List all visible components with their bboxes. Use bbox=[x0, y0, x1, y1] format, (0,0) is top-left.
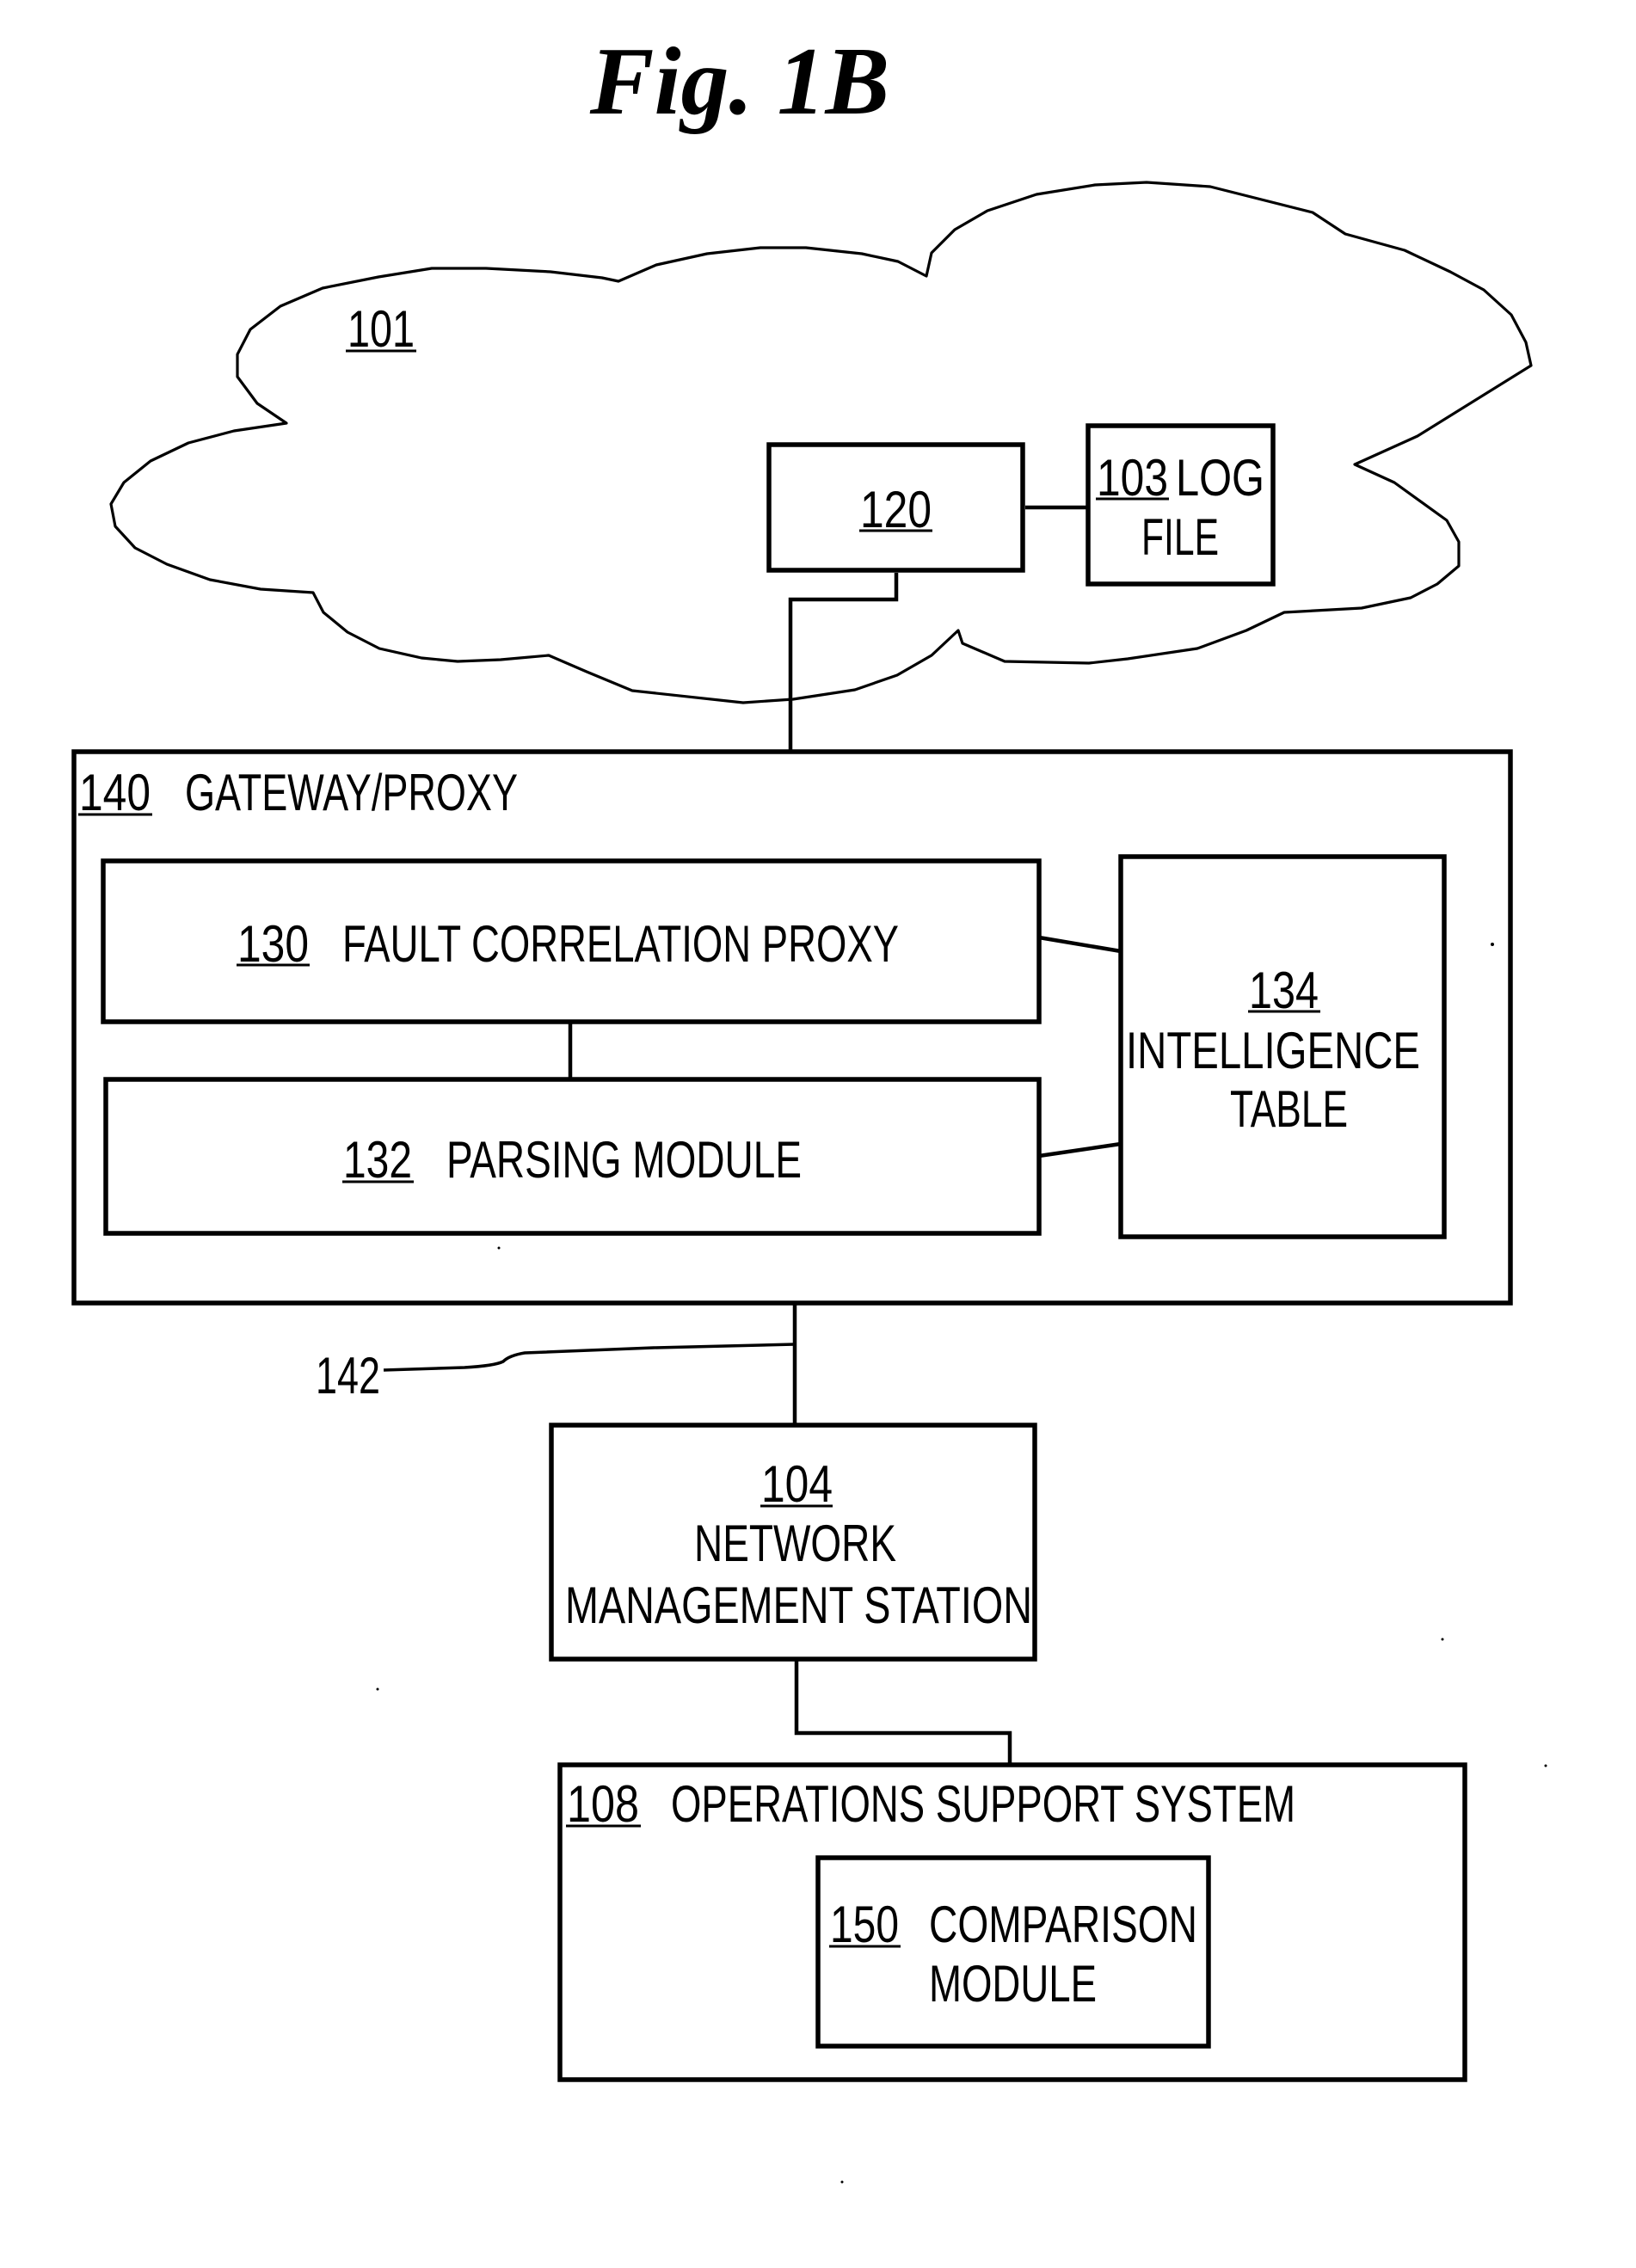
operations-support-system-box: 108 OPERATIONS SUPPORT SYSTEM 150 COMPAR… bbox=[557, 1762, 1467, 2082]
speck bbox=[376, 1687, 379, 1691]
cloud-ref: 101 bbox=[347, 300, 415, 358]
log-file-box: 103 LOG FILE bbox=[1086, 423, 1276, 587]
gateway-ref: 140 bbox=[79, 764, 151, 821]
speck bbox=[497, 1246, 501, 1250]
network-management-station-box: 104 NETWORK MANAGEMENT STATION bbox=[549, 1423, 1037, 1662]
link-ref: 142 bbox=[316, 1347, 380, 1404]
comparison-module-label-line1: COMPARISON bbox=[929, 1896, 1197, 1953]
device-box: 120 bbox=[766, 442, 1025, 573]
parsing-module-box: 132 PARSING MODULE bbox=[103, 1077, 1042, 1236]
log-file-label-line1: LOG bbox=[1176, 449, 1264, 507]
speck bbox=[1544, 1764, 1547, 1767]
speck bbox=[840, 2180, 844, 2184]
connector-device-gateway bbox=[788, 573, 899, 752]
network-management-station-ref: 104 bbox=[761, 1455, 833, 1513]
connector-fcp-intelligence bbox=[1038, 935, 1122, 954]
comparison-module-ref: 150 bbox=[830, 1896, 899, 1953]
network-management-station-label-line1: NETWORK bbox=[694, 1515, 896, 1572]
gateway-label: GATEWAY/PROXY bbox=[185, 764, 518, 821]
network-management-station-label-line2: MANAGEMENT STATION bbox=[565, 1577, 1032, 1634]
operations-support-system-label: OPERATIONS SUPPORT SYSTEM bbox=[671, 1775, 1295, 1833]
fault-correlation-proxy-box: 130 FAULT CORRELATION PROXY bbox=[101, 858, 1042, 1024]
operations-support-system-ref: 108 bbox=[567, 1775, 639, 1833]
speck bbox=[1491, 943, 1494, 946]
intelligence-table-label-line1: INTELLIGENCE bbox=[1126, 1022, 1420, 1079]
intelligence-table-label-line2: TABLE bbox=[1230, 1080, 1348, 1138]
connector-parsing-intelligence bbox=[1038, 1141, 1122, 1159]
connector-nms-oss bbox=[794, 1661, 1012, 1765]
speck bbox=[1441, 1638, 1444, 1641]
parsing-module-label: PARSING MODULE bbox=[446, 1131, 802, 1189]
comparison-module-box: 150 COMPARISON MODULE bbox=[815, 1855, 1211, 2049]
parsing-module-ref: 132 bbox=[343, 1131, 412, 1189]
gateway-box: 140 GATEWAY/PROXY 130 FAULT CORRELATION … bbox=[71, 749, 1513, 1306]
block-diagram: Fig. 1B 101 120 103 LOG FILE 140 GATEWAY… bbox=[71, 28, 1547, 2184]
comparison-module-label-line2: MODULE bbox=[929, 1955, 1097, 2013]
fault-correlation-proxy-label: FAULT CORRELATION PROXY bbox=[342, 915, 899, 973]
link-leader-line bbox=[383, 1343, 796, 1372]
figure-title: Fig. 1B bbox=[589, 28, 890, 135]
intelligence-table-box: 134 INTELLIGENCE TABLE bbox=[1118, 854, 1447, 1239]
log-file-label-line2: FILE bbox=[1141, 508, 1219, 566]
